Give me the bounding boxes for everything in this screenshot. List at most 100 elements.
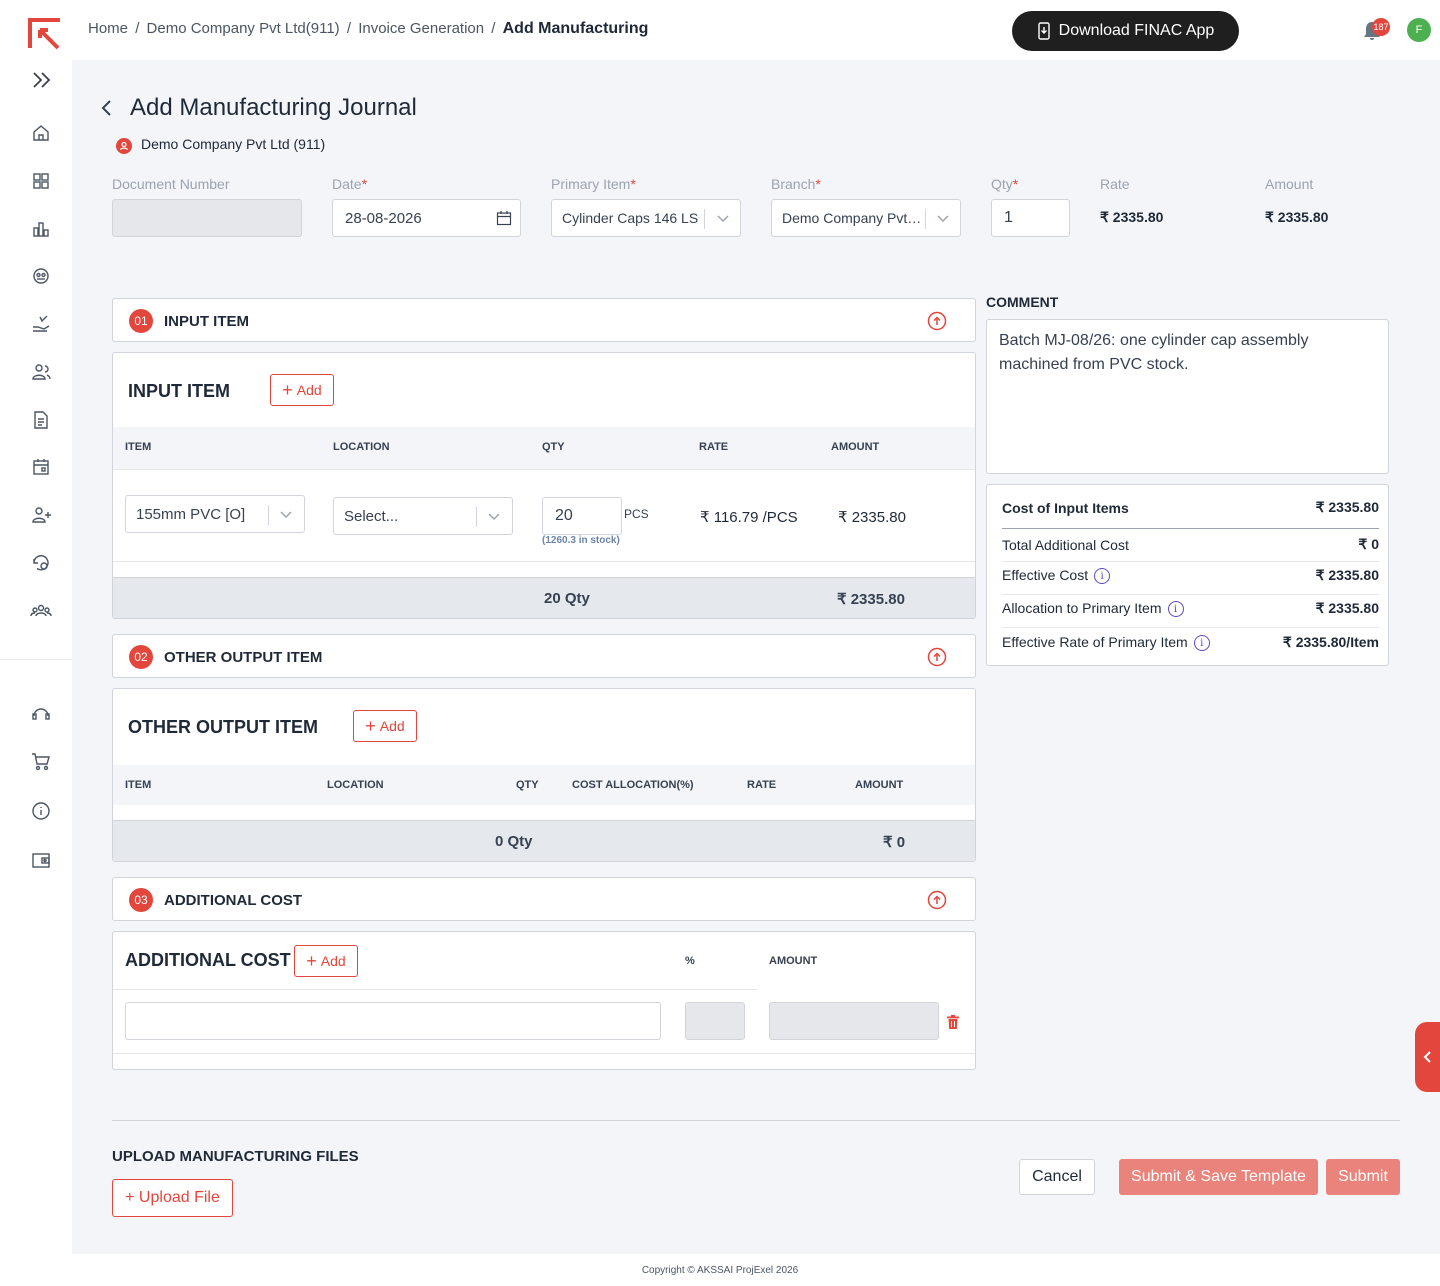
arrow-up-circle-icon[interactable] bbox=[927, 647, 947, 667]
column-header-item: ITEM bbox=[125, 441, 152, 453]
breadcrumb-company[interactable]: Demo Company Pvt Ltd(911) bbox=[147, 20, 340, 37]
total-amount: ₹ 2335.80 bbox=[837, 591, 905, 608]
amount-cell: ₹ 2335.80 bbox=[838, 509, 906, 526]
document-number-label: Document Number bbox=[112, 176, 230, 192]
output-total-bar: 0 Qty ₹ 0 bbox=[113, 820, 975, 861]
total-qty: 20 Qty bbox=[544, 590, 590, 607]
side-panel-toggle[interactable] bbox=[1415, 1022, 1440, 1092]
user-add-icon[interactable] bbox=[30, 504, 52, 526]
qty-input[interactable]: 1 bbox=[991, 199, 1070, 237]
cost-summary: Cost of Input Items ₹ 2335.80 Total Addi… bbox=[986, 484, 1389, 666]
summary-value: ₹ 2335.80/Item bbox=[1282, 634, 1379, 651]
cancel-button[interactable]: Cancel bbox=[1019, 1159, 1095, 1195]
users-icon[interactable] bbox=[30, 361, 52, 383]
location-select[interactable]: Select... bbox=[333, 497, 513, 535]
rate-value: ₹ 2335.80 bbox=[1100, 209, 1164, 225]
additional-cost-section-header[interactable]: 03 ADDITIONAL COST bbox=[112, 877, 976, 921]
wallet-icon[interactable] bbox=[30, 849, 52, 871]
column-header-qty: QTY bbox=[516, 779, 539, 791]
info-icon[interactable] bbox=[30, 800, 52, 822]
branch-select[interactable]: Demo Company Pvt… bbox=[771, 199, 961, 237]
section-title: ADDITIONAL COST bbox=[164, 892, 303, 909]
settings-clock-icon[interactable] bbox=[30, 552, 52, 574]
rate-cell: ₹ 116.79 /PCS bbox=[700, 509, 798, 526]
column-header-cost-allocation: COST ALLOCATION(%) bbox=[572, 779, 694, 791]
info-icon[interactable]: i bbox=[1167, 601, 1184, 618]
upload-files-title: UPLOAD MANUFACTURING FILES bbox=[112, 1148, 359, 1165]
upload-file-button[interactable]: + Upload File bbox=[112, 1179, 233, 1217]
page-title: Add Manufacturing Journal bbox=[130, 94, 417, 121]
document-icon[interactable] bbox=[30, 409, 52, 431]
avatar[interactable]: F bbox=[1407, 18, 1431, 42]
input-item-section-header[interactable]: 01 INPUT ITEM bbox=[112, 298, 976, 342]
column-header-rate: RATE bbox=[699, 441, 729, 453]
add-label: Add bbox=[320, 953, 346, 969]
row-divider bbox=[113, 1053, 975, 1054]
cart-icon[interactable] bbox=[30, 750, 52, 772]
other-output-section-header[interactable]: 02 OTHER OUTPUT ITEM bbox=[112, 634, 976, 678]
additional-cost-amount-input[interactable] bbox=[769, 1002, 939, 1040]
hand-coin-icon[interactable] bbox=[30, 313, 52, 335]
expand-icon[interactable] bbox=[30, 68, 54, 92]
summary-label: Effective Rate of Primary Item bbox=[1002, 634, 1188, 650]
additional-cost-name-input[interactable] bbox=[125, 1002, 661, 1040]
date-label: Date* bbox=[332, 176, 368, 192]
summary-total-additional-cost: Total Additional Cost ₹ 0 bbox=[1002, 536, 1379, 553]
row-divider bbox=[113, 469, 975, 470]
info-icon[interactable]: i bbox=[1193, 635, 1210, 652]
team-icon[interactable] bbox=[30, 600, 52, 622]
section-number: 03 bbox=[129, 888, 153, 912]
add-label: Add bbox=[296, 382, 322, 398]
trash-icon[interactable] bbox=[947, 1015, 959, 1029]
comment-textarea[interactable]: Batch MJ-08/26: one cylinder cap assembl… bbox=[986, 319, 1389, 474]
primary-item-select[interactable]: Cylinder Caps 146 LS bbox=[551, 199, 741, 237]
download-app-button[interactable]: Download FINAC App bbox=[1012, 11, 1239, 51]
comment-label: COMMENT bbox=[986, 294, 1059, 310]
breadcrumb-separator: / bbox=[491, 20, 496, 37]
breadcrumb-home[interactable]: Home bbox=[88, 20, 128, 37]
item-select[interactable]: 155mm PVC [O] bbox=[125, 495, 305, 533]
unit-label: PCS bbox=[624, 507, 649, 521]
primary-item-value: Cylinder Caps 146 LS bbox=[562, 210, 699, 226]
logo-icon[interactable] bbox=[28, 16, 62, 50]
support-icon[interactable] bbox=[30, 702, 52, 724]
summary-effective-cost: Effective Cost i ₹ 2335.80 bbox=[1002, 567, 1379, 585]
section-title: INPUT ITEM bbox=[164, 313, 249, 330]
total-qty: 0 Qty bbox=[495, 833, 533, 850]
document-number-input[interactable] bbox=[112, 199, 302, 237]
top-bar: Home / Demo Company Pvt Ltd(911) / Invoi… bbox=[72, 0, 1440, 60]
column-header-location: LOCATION bbox=[327, 779, 384, 791]
chevron-down-icon bbox=[488, 513, 500, 521]
summary-divider bbox=[1002, 594, 1379, 595]
grid-icon[interactable] bbox=[30, 170, 52, 192]
submit-button[interactable]: Submit bbox=[1326, 1159, 1400, 1195]
submit-save-template-button[interactable]: Submit & Save Template bbox=[1119, 1159, 1318, 1195]
back-chevron-icon[interactable] bbox=[98, 97, 116, 119]
footer: Copyright © AKSSAI ProjExel 2026 bbox=[0, 1254, 1440, 1286]
arrow-up-circle-icon[interactable] bbox=[927, 311, 947, 331]
qty-input[interactable]: 20 bbox=[542, 497, 622, 535]
calendar-icon[interactable] bbox=[496, 210, 512, 226]
panel-title: OTHER OUTPUT ITEM bbox=[128, 717, 318, 737]
add-input-item-button[interactable]: + Add bbox=[270, 374, 334, 406]
arrow-up-circle-icon[interactable] bbox=[927, 890, 947, 910]
date-input[interactable]: 28-08-2026 bbox=[332, 199, 521, 237]
dashboard-icon[interactable] bbox=[30, 265, 52, 287]
calendar-icon[interactable] bbox=[30, 456, 52, 478]
breadcrumb-separator: / bbox=[135, 20, 140, 37]
input-item-panel: INPUT ITEM + Add ITEM LOCATION QTY RATE … bbox=[112, 352, 976, 619]
summary-divider bbox=[1002, 561, 1379, 562]
chart-icon[interactable] bbox=[30, 218, 52, 240]
info-icon[interactable]: i bbox=[1094, 568, 1111, 585]
column-header-amount: AMOUNT bbox=[855, 779, 904, 791]
table-header: ITEM LOCATION QTY COST ALLOCATION(%) RAT… bbox=[113, 765, 975, 805]
breadcrumb-invoice-generation[interactable]: Invoice Generation bbox=[358, 20, 484, 37]
add-additional-cost-button[interactable]: + Add bbox=[294, 945, 358, 977]
add-output-item-button[interactable]: + Add bbox=[353, 710, 417, 742]
home-icon[interactable] bbox=[30, 122, 52, 144]
additional-cost-percent-input[interactable] bbox=[685, 1002, 745, 1040]
branch-label: Branch* bbox=[771, 176, 821, 192]
stock-info: (1260.3 in stock) bbox=[542, 535, 620, 546]
row-divider bbox=[113, 989, 757, 990]
panel-title: INPUT ITEM bbox=[128, 381, 230, 401]
